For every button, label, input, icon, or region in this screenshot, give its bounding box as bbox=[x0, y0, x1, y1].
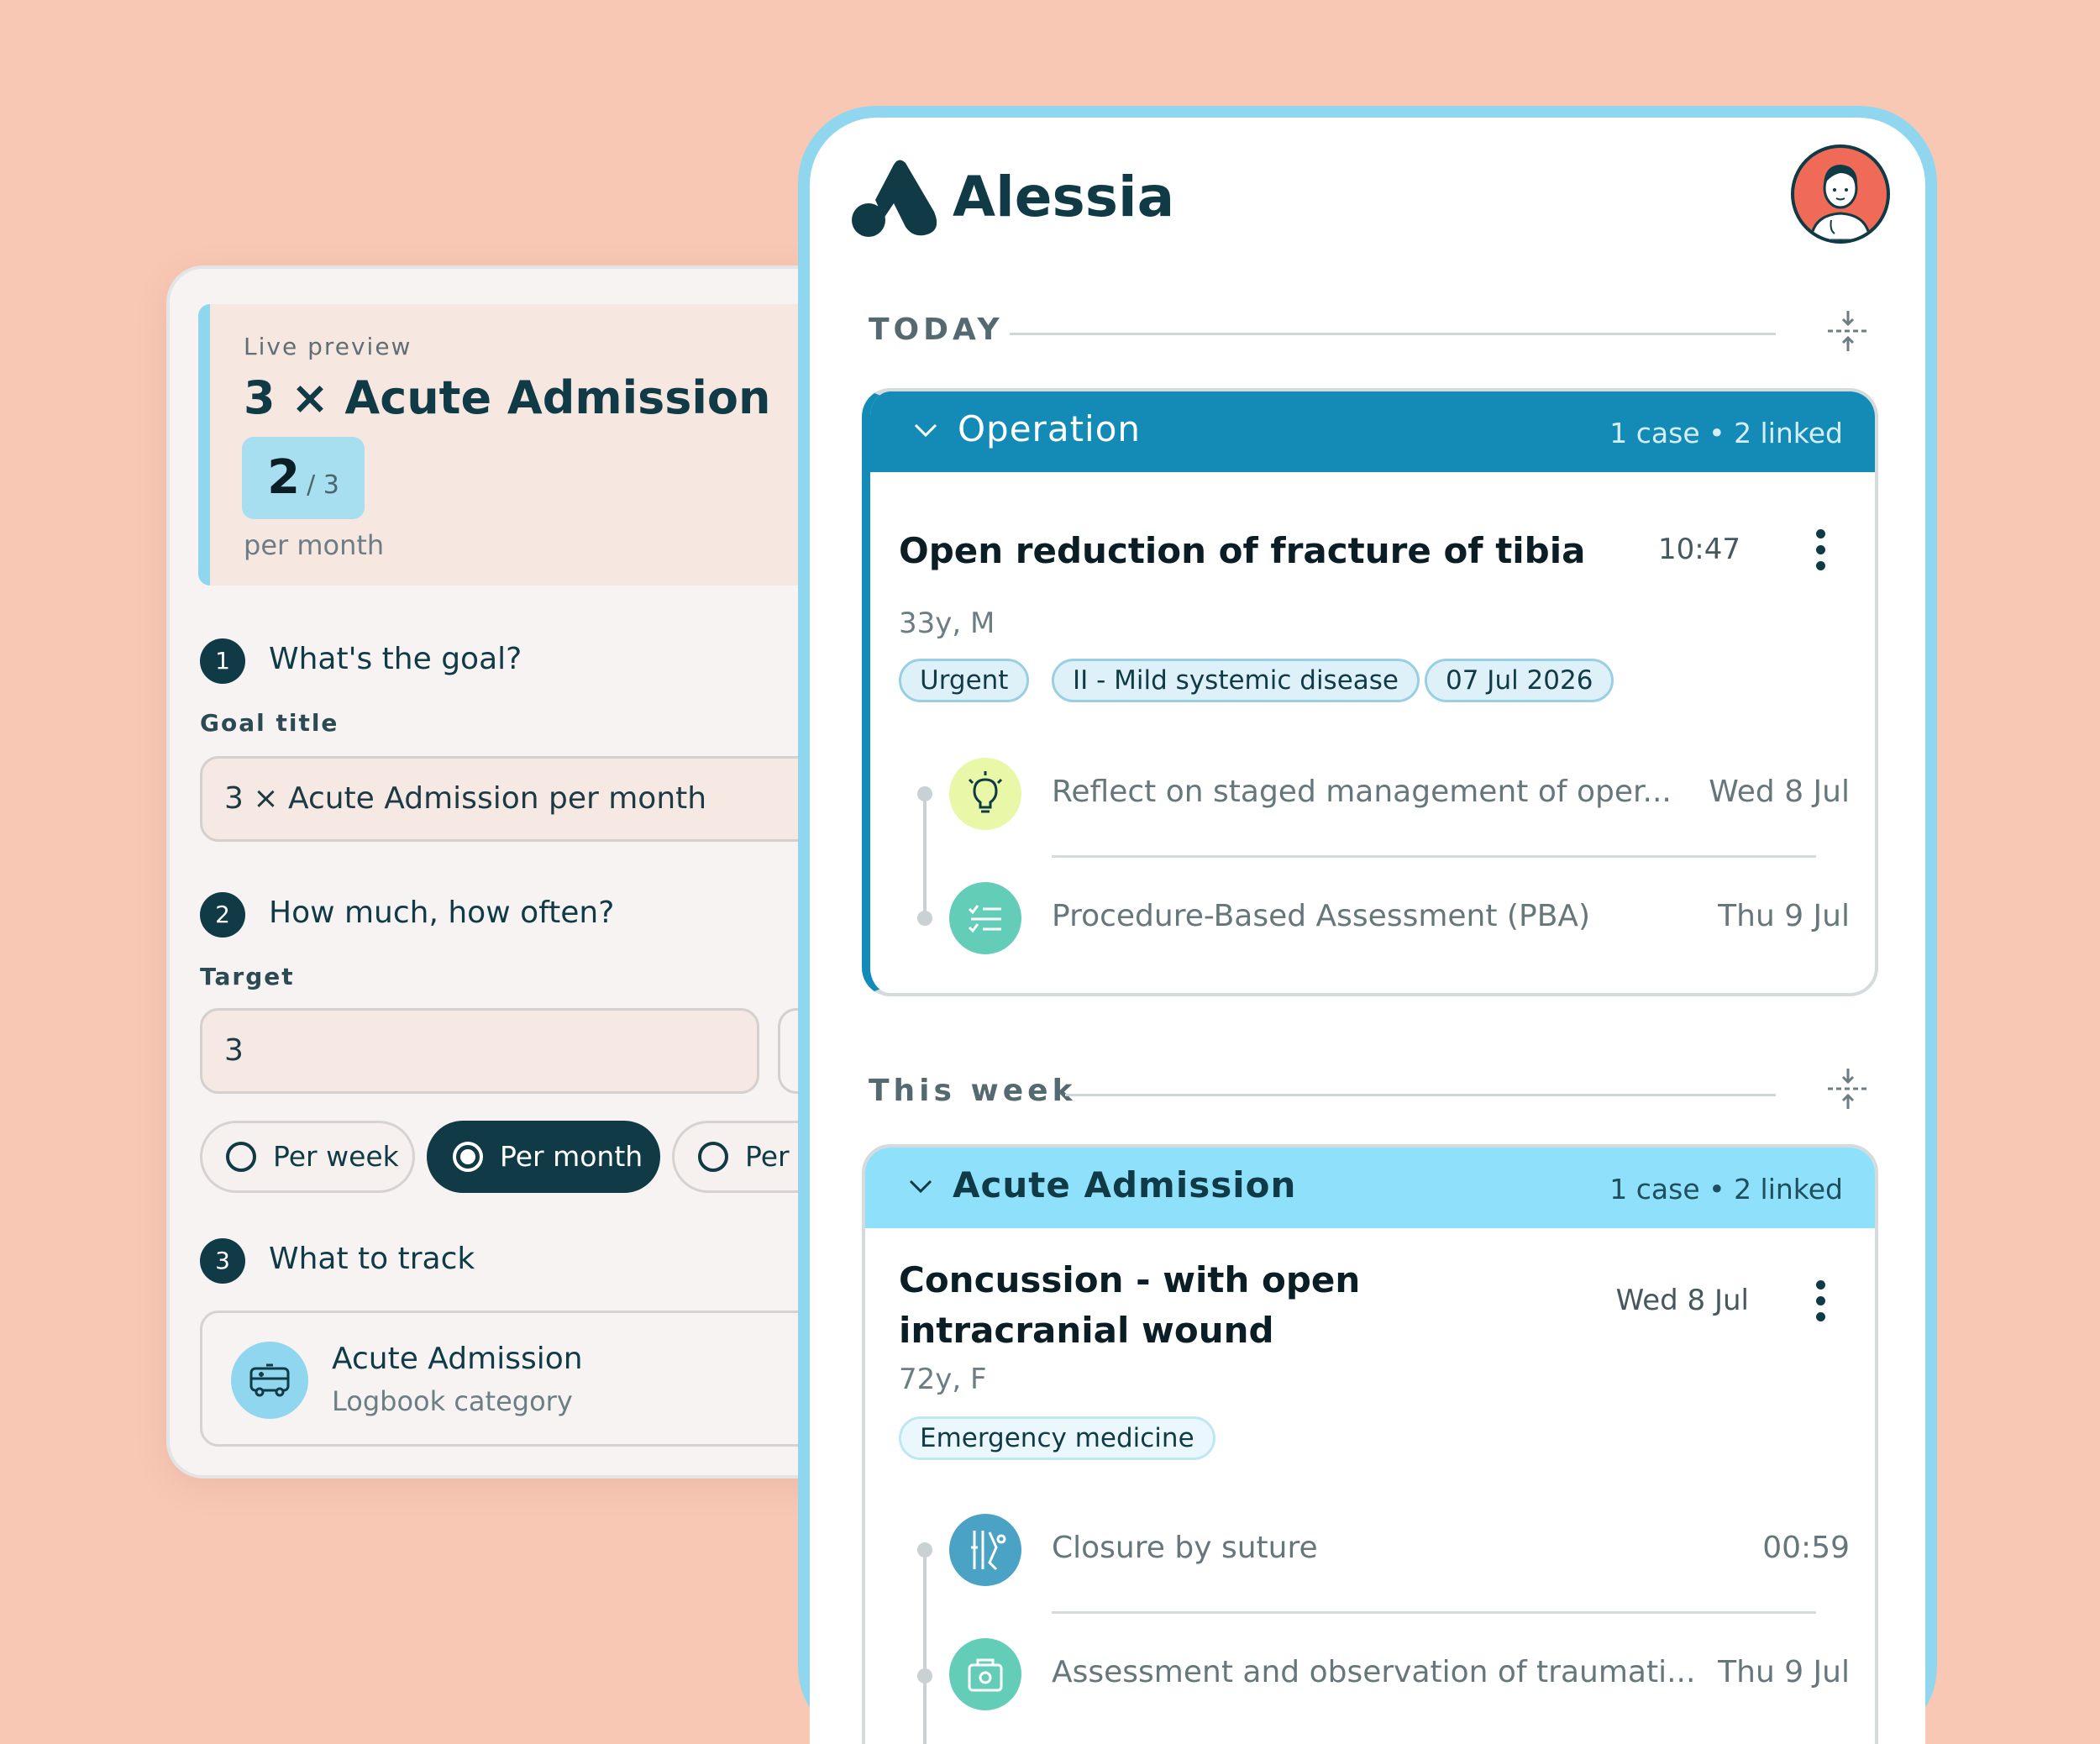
activity-date: Thu 9 Jul bbox=[1718, 1655, 1850, 1689]
step-title: How much, how often? bbox=[269, 896, 615, 930]
activity-divider bbox=[1052, 1611, 1816, 1614]
step-title: What to track bbox=[269, 1242, 475, 1276]
group-acute-admission: Acute Admission 1 case • 2 linked Concus… bbox=[862, 1144, 1878, 1744]
step-number: 2 bbox=[200, 892, 245, 938]
step-number: 1 bbox=[200, 638, 245, 684]
per-month-option[interactable]: Per month bbox=[427, 1121, 660, 1193]
period-label: Per week bbox=[273, 1140, 399, 1173]
more-options-icon[interactable] bbox=[1816, 1280, 1826, 1326]
group-name: Operation bbox=[958, 408, 1142, 449]
tag-chip: Urgent bbox=[899, 659, 1030, 702]
live-preview-label: Live preview bbox=[244, 333, 412, 360]
radio-selected-icon bbox=[453, 1141, 483, 1172]
period-label: Per month bbox=[500, 1140, 643, 1173]
section-divider bbox=[1010, 333, 1776, 335]
goal-title-label: Goal title bbox=[200, 709, 339, 737]
per-week-option[interactable]: Per week bbox=[200, 1121, 415, 1193]
doctor-avatar[interactable] bbox=[1791, 144, 1890, 244]
radio-icon bbox=[226, 1141, 256, 1172]
app-logo-icon bbox=[852, 160, 937, 237]
group-meta: 1 case • 2 linked bbox=[1609, 417, 1843, 449]
target-input[interactable]: 3 bbox=[200, 1008, 759, 1094]
case-time: 10:47 bbox=[1658, 533, 1740, 566]
activity-date: Thu 9 Jul bbox=[1718, 899, 1850, 933]
live-preview-panel: Live preview 3 × Acute Admission 2/ 3 pe… bbox=[198, 304, 867, 586]
lightbulb-icon bbox=[949, 758, 1021, 830]
preview-period: per month bbox=[244, 529, 385, 561]
group-meta: 1 case • 2 linked bbox=[1609, 1173, 1843, 1206]
activity-divider bbox=[1052, 855, 1816, 858]
phone-frame: Alessia TODAY Operation 1 case • 2 linke… bbox=[798, 106, 1937, 1744]
section-divider bbox=[1065, 1094, 1776, 1096]
group-header[interactable]: Acute Admission 1 case • 2 linked bbox=[865, 1148, 1875, 1228]
group-name: Acute Admission bbox=[953, 1164, 1297, 1206]
progress-separator: / 3 bbox=[307, 470, 339, 500]
timeline-connector bbox=[923, 1547, 927, 1744]
track-title: Acute Admission bbox=[332, 1342, 583, 1376]
medical-case-icon bbox=[949, 1638, 1021, 1710]
track-subtitle: Logbook category bbox=[332, 1385, 573, 1417]
case-title[interactable]: Concussion - with open intracranial woun… bbox=[899, 1255, 1571, 1356]
activity-title[interactable]: Closure by suture bbox=[1052, 1531, 1318, 1565]
collapse-all-icon[interactable] bbox=[1824, 307, 1872, 355]
progress-counter: 2/ 3 bbox=[242, 437, 365, 519]
goal-editor-card: Live preview 3 × Acute Admission 2/ 3 pe… bbox=[166, 265, 870, 1479]
track-category-selector[interactable]: Acute Admission Logbook category bbox=[200, 1311, 867, 1447]
period-options: Per week Per month Per bbox=[200, 1121, 867, 1193]
ambulance-icon bbox=[231, 1342, 308, 1419]
timeline-dot bbox=[917, 786, 932, 801]
case-demographics: 72y, F bbox=[899, 1363, 987, 1396]
group-header[interactable]: Operation 1 case • 2 linked bbox=[870, 391, 1875, 472]
activity-title[interactable]: Procedure-Based Assessment (PBA) bbox=[1052, 899, 1590, 933]
group-operation: Operation 1 case • 2 linked Open reducti… bbox=[862, 388, 1878, 996]
period-label: Per bbox=[745, 1140, 790, 1173]
progress-total: 3 bbox=[323, 470, 339, 500]
tag-chip: II - Mild systemic disease bbox=[1052, 659, 1420, 702]
activity-date: 00:59 bbox=[1762, 1531, 1850, 1565]
activity-date: Wed 8 Jul bbox=[1709, 775, 1850, 809]
section-label: This week bbox=[869, 1074, 1077, 1108]
progress-current: 2 bbox=[267, 450, 301, 505]
step-number: 3 bbox=[200, 1238, 245, 1284]
timeline-dot bbox=[917, 1542, 932, 1558]
more-options-icon[interactable] bbox=[1816, 529, 1826, 575]
case-title[interactable]: Open reduction of fracture of tibia bbox=[899, 526, 1655, 576]
timeline-dot bbox=[917, 911, 932, 926]
section-label: TODAY bbox=[869, 313, 1004, 347]
section-today-header: TODAY bbox=[869, 313, 1793, 355]
step-title: What's the goal? bbox=[269, 642, 522, 676]
target-label: Target bbox=[200, 963, 295, 990]
tag-chip: Emergency medicine bbox=[899, 1416, 1215, 1460]
logbook-screen: Alessia TODAY Operation 1 case • 2 linke… bbox=[810, 118, 1925, 1744]
timeline-dot bbox=[917, 1668, 932, 1684]
goal-title-input[interactable]: 3 × Acute Admission per month bbox=[200, 756, 867, 842]
tag-chip: 07 Jul 2026 bbox=[1425, 659, 1614, 702]
chevron-down-icon bbox=[914, 423, 937, 438]
activity-title[interactable]: Reflect on staged management of oper... bbox=[1052, 775, 1672, 809]
preview-goal-title: 3 × Acute Admission bbox=[244, 371, 771, 424]
activity-title[interactable]: Assessment and observation of traumati..… bbox=[1052, 1655, 1695, 1689]
case-time: Wed 8 Jul bbox=[1615, 1284, 1749, 1317]
section-this-week-header: This week bbox=[869, 1074, 1793, 1116]
app-title: Alessia bbox=[953, 165, 1175, 229]
radio-icon bbox=[698, 1141, 728, 1172]
case-demographics: 33y, M bbox=[899, 607, 995, 640]
chevron-down-icon bbox=[909, 1179, 932, 1194]
timeline-connector bbox=[923, 791, 927, 919]
surgical-tools-icon bbox=[949, 1514, 1021, 1586]
checklist-icon bbox=[949, 882, 1021, 954]
collapse-all-icon[interactable] bbox=[1824, 1065, 1872, 1112]
